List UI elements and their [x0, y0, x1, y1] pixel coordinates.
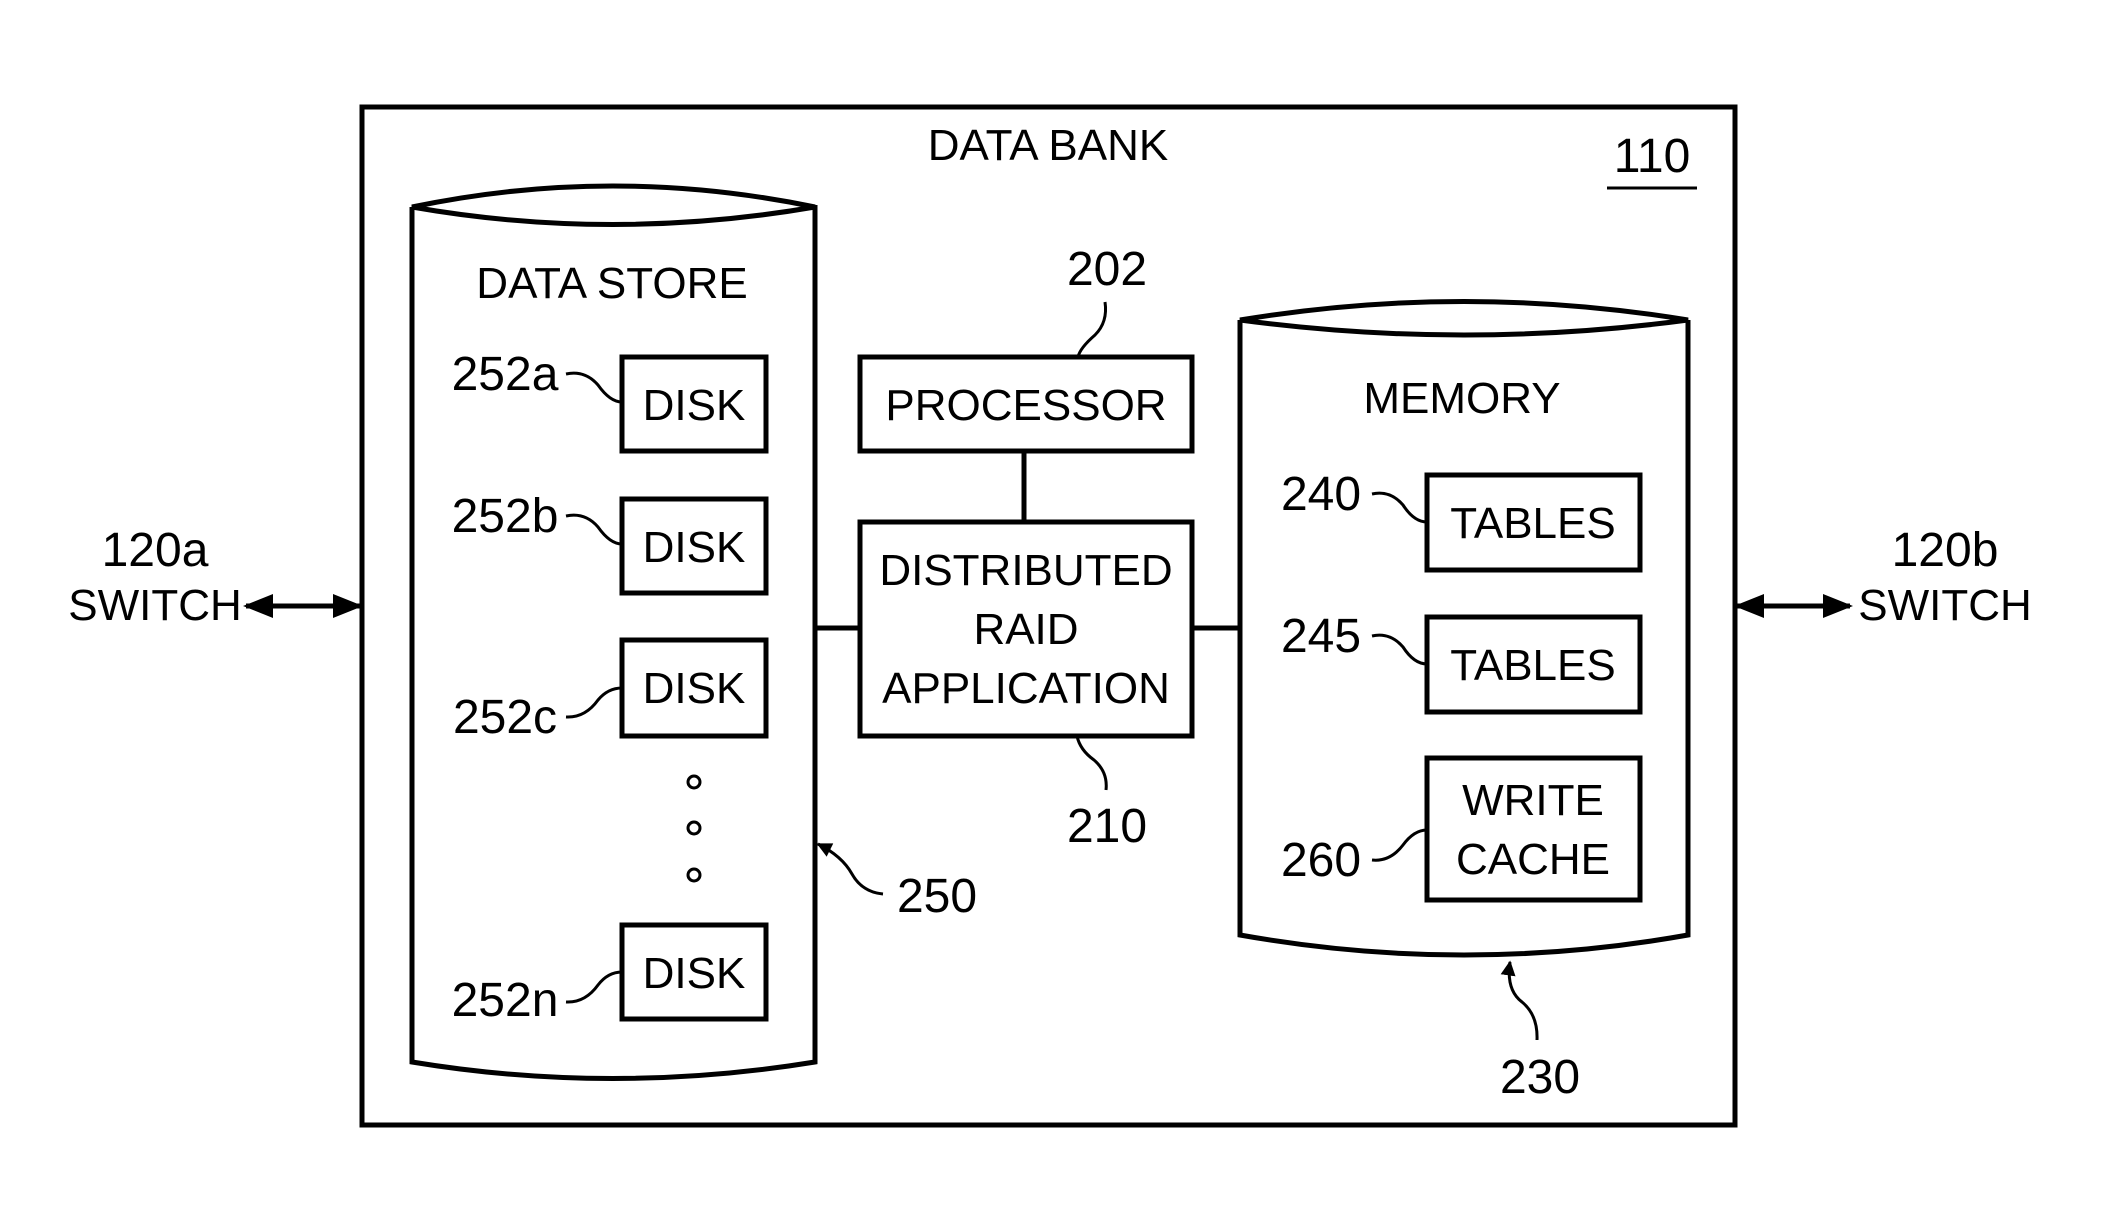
switch-right-label: SWITCH [1858, 581, 2032, 630]
memory-title: MEMORY [1363, 374, 1560, 423]
memory-pointer [1500, 960, 1539, 1041]
processor-box: PROCESSOR [857, 354, 1195, 454]
memory-ref: 230 [1500, 1051, 1580, 1104]
raid-ref: 210 [1067, 800, 1147, 853]
disk-ref: 252a [452, 348, 559, 401]
disk-label: DISK [643, 381, 746, 430]
switch-left-ref: 120a [102, 524, 209, 577]
write-cache-line-2: CACHE [1456, 835, 1610, 884]
raid-leader [1075, 735, 1108, 791]
tables-ref: 245 [1281, 610, 1361, 663]
data-store-pointer [816, 842, 884, 896]
disk-ref: 252c [453, 691, 557, 744]
raid-application-box: DISTRIBUTED RAID APPLICATION [857, 519, 1195, 739]
raid-line-2: RAID [973, 605, 1078, 654]
disk-ref: 252n [452, 974, 559, 1027]
processor-label: PROCESSOR [885, 381, 1166, 430]
data-store-ref: 250 [897, 870, 977, 923]
processor-leader [1076, 301, 1107, 358]
raid-line-1: DISTRIBUTED [879, 546, 1172, 595]
disk-label: DISK [643, 523, 746, 572]
disk-label: DISK [643, 949, 746, 998]
tables-ref: 240 [1281, 468, 1361, 521]
write-cache-ref: 260 [1281, 834, 1361, 887]
data-bank-diagram: DATA BANK 110 120a SWITCH 120b SWITCH DA… [68, 104, 2032, 1128]
data-bank-title: DATA BANK [928, 121, 1168, 170]
processor-ref: 202 [1067, 243, 1147, 296]
raid-line-3: APPLICATION [882, 664, 1170, 713]
tables-label: TABLES [1450, 641, 1615, 690]
data-store-title: DATA STORE [476, 259, 747, 308]
switch-right-ref: 120b [1892, 524, 1999, 577]
data-bank-ref: 110 [1614, 130, 1691, 183]
disk-ref: 252b [452, 490, 559, 543]
tables-label: TABLES [1450, 499, 1615, 548]
disk-label: DISK [643, 664, 746, 713]
switch-left-label: SWITCH [68, 581, 242, 630]
write-cache-line-1: WRITE [1462, 776, 1604, 825]
